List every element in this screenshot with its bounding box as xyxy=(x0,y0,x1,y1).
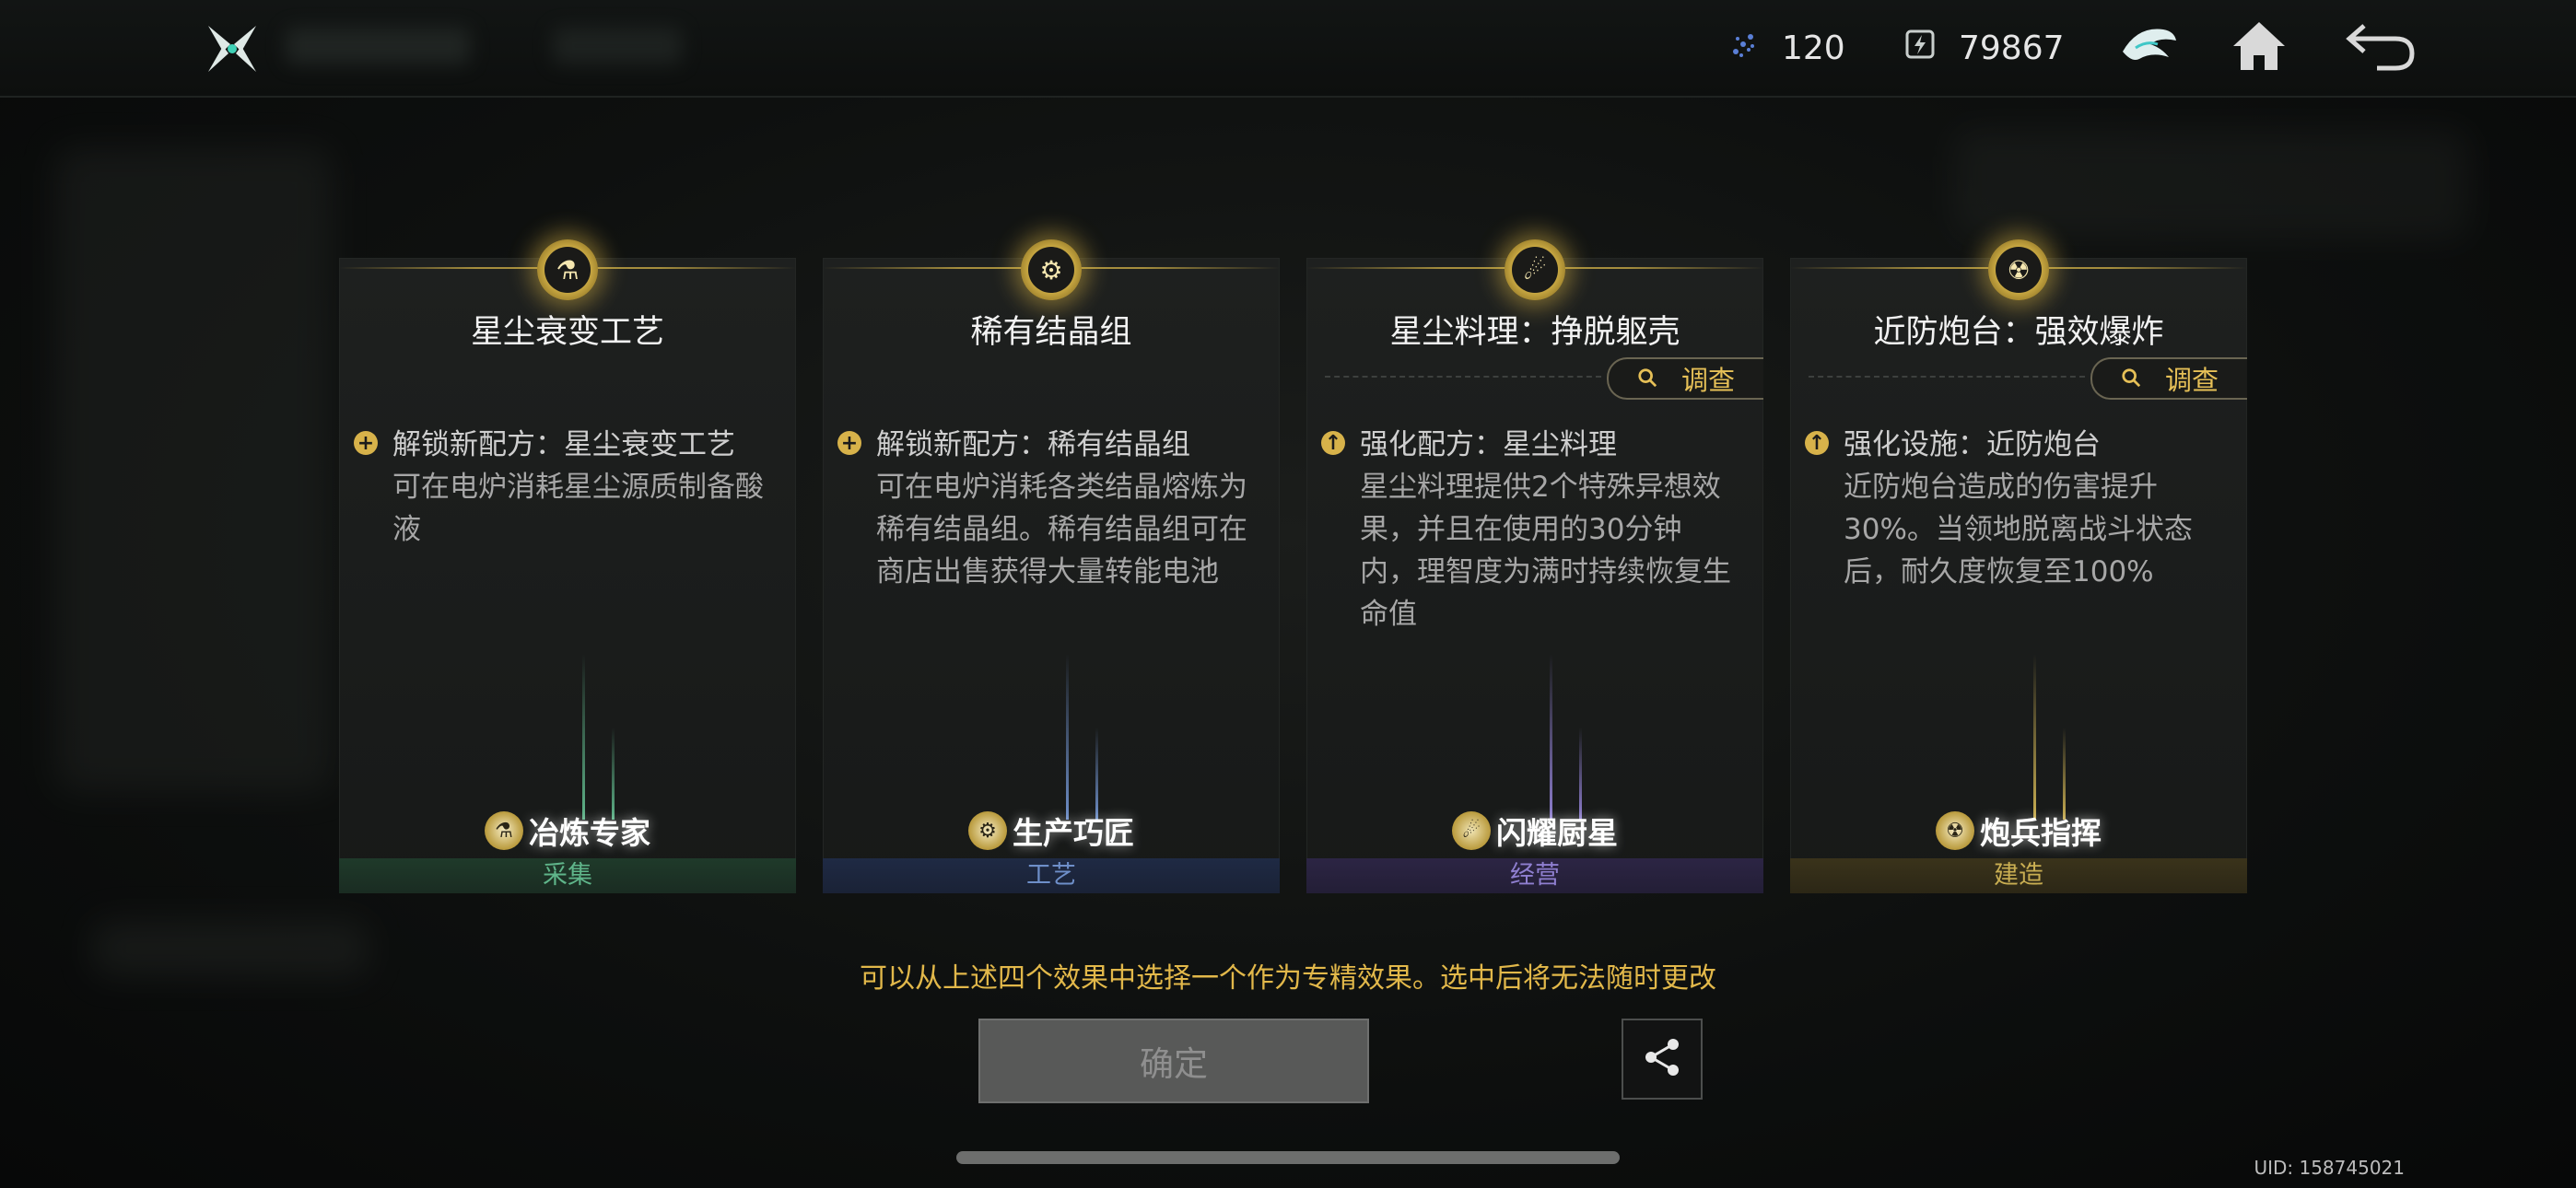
artillery-commander-icon: ☢ xyxy=(1936,811,1974,850)
effect-description: 可在电炉消耗各类结晶熔炼为稀有结晶组。稀有结晶组可在商店出售获得大量转能电池 xyxy=(876,471,1247,588)
wrench-icon: ⚙ xyxy=(1028,247,1074,293)
profession-name: 冶炼专家 xyxy=(529,815,650,851)
chef-icon: ☄ xyxy=(1452,811,1491,850)
card-badge: ⚗ xyxy=(537,239,598,300)
light-beam xyxy=(1579,728,1582,820)
profession-label: ☄ 闪耀厨星 xyxy=(1306,809,1763,853)
craftsman-icon: ⚙ xyxy=(968,811,1007,850)
card-title: 星尘衰变工艺 xyxy=(470,314,664,351)
confirm-button[interactable]: 确定 xyxy=(978,1019,1369,1103)
profession-name: 闪耀厨星 xyxy=(1496,815,1618,851)
crystal-count: 120 xyxy=(1782,29,1845,67)
upgrade-arrow-icon: ↑ xyxy=(1805,431,1829,455)
crest-icon xyxy=(2119,20,2178,76)
selection-hint: 可以从上述四个效果中选择一个作为专精效果。选中后将无法随时更改 xyxy=(860,962,1716,995)
divider xyxy=(1809,376,2085,378)
energy-cell-resource: 79867 xyxy=(1902,22,2065,74)
energy-cell-count: 79867 xyxy=(1959,29,2065,67)
inspect-label: 调查 xyxy=(2164,365,2219,396)
blurred-background-panel xyxy=(1953,129,2469,239)
home-icon xyxy=(2230,18,2289,77)
blurred-title xyxy=(286,28,470,64)
card-badge: ☢ xyxy=(1988,239,2049,300)
home-indicator[interactable] xyxy=(956,1151,1620,1164)
specialization-card-smelting[interactable]: ⚗ 星尘衰变工艺 + 解锁新配方：星尘衰变工艺 可在电炉消耗星尘源质制备酸液 ⚗… xyxy=(339,239,796,893)
specialization-card-craft[interactable]: ⚙ 稀有结晶组 + 解锁新配方：稀有结晶组 可在电炉消耗各类结晶熔炼为稀有结晶组… xyxy=(823,239,1280,893)
effect-description: 近防炮台造成的伤害提升30%。当领地脱离战斗状态后，耐久度恢复至100% xyxy=(1844,471,2193,588)
effect-description: 星尘料理提供2个特殊异想效果，并且在使用的30分钟内，理智度为满时持续恢复生命值 xyxy=(1360,471,1731,631)
category-label: 工艺 xyxy=(823,858,1280,893)
app-logo-icon xyxy=(203,18,262,77)
share-icon xyxy=(1640,1035,1684,1083)
cooking-pan-icon: ☄ xyxy=(1512,247,1558,293)
home-button[interactable] xyxy=(2224,15,2294,81)
top-bar: 120 79867 xyxy=(0,0,2576,98)
light-beam xyxy=(2033,654,2036,820)
light-beam xyxy=(612,728,615,820)
flask-icon: ⚗ xyxy=(544,247,591,293)
profession-name: 生产巧匠 xyxy=(1013,815,1134,851)
light-beam xyxy=(1066,654,1069,820)
card-badge: ☄ xyxy=(1505,239,1565,300)
profession-label: ⚙ 生产巧匠 xyxy=(823,809,1280,853)
inspect-button[interactable]: 调查 xyxy=(1607,357,1763,400)
back-button[interactable] xyxy=(2346,15,2416,81)
specialization-card-turret[interactable]: ☢ 近防炮台：强效爆炸 调查 ↑ 强化设施：近防炮台 近防炮台造成的伤害提升30… xyxy=(1790,239,2247,893)
card-title: 近防炮台：强效爆炸 xyxy=(1873,314,2164,351)
unlock-plus-icon: + xyxy=(354,431,378,455)
profession-label: ⚗ 冶炼专家 xyxy=(339,809,796,853)
card-title: 稀有结晶组 xyxy=(970,314,1132,351)
category-label: 采集 xyxy=(339,858,796,893)
effect-description: 可在电炉消耗星尘源质制备酸液 xyxy=(392,471,764,546)
light-beam xyxy=(2063,728,2066,820)
divider xyxy=(1325,376,1601,378)
crest-button[interactable] xyxy=(2113,15,2184,81)
energy-cell-icon xyxy=(1902,26,1938,71)
category-label: 建造 xyxy=(1790,858,2247,893)
smelter-icon: ⚗ xyxy=(485,811,523,850)
card-badge: ⚙ xyxy=(1021,239,1082,300)
crystal-resource: 120 xyxy=(1725,22,1845,74)
effect-heading: 强化设施：近防炮台 xyxy=(1844,428,2101,461)
light-beam xyxy=(1095,728,1098,820)
category-label: 经营 xyxy=(1306,858,1763,893)
specialization-card-cooking[interactable]: ☄ 星尘料理：挣脱躯壳 调查 ↑ 强化配方：星尘料理 星尘料理提供2个特殊异想效… xyxy=(1306,239,1763,893)
light-beam xyxy=(1550,654,1552,820)
search-icon xyxy=(1637,363,1657,394)
blurred-subtitle xyxy=(553,28,682,64)
back-icon xyxy=(2344,18,2418,77)
effect-heading: 解锁新配方：稀有结晶组 xyxy=(876,428,1190,461)
blurred-background-panel xyxy=(55,147,332,792)
effect-heading: 强化配方：星尘料理 xyxy=(1360,428,1617,461)
inspect-button[interactable]: 调查 xyxy=(2090,357,2247,400)
profession-label: ☢ 炮兵指挥 xyxy=(1790,809,2247,853)
gunner-icon: ☢ xyxy=(1996,247,2042,293)
share-button[interactable] xyxy=(1622,1019,1703,1100)
search-icon xyxy=(2121,363,2141,394)
card-title: 星尘料理：挣脱躯壳 xyxy=(1389,314,1680,351)
effect-heading: 解锁新配方：星尘衰变工艺 xyxy=(392,428,735,461)
light-beam xyxy=(582,654,585,820)
profession-name: 炮兵指挥 xyxy=(1980,815,2102,851)
crystal-icon xyxy=(1725,26,1762,71)
upgrade-arrow-icon: ↑ xyxy=(1321,431,1345,455)
user-id: UID: 158745021 xyxy=(2254,1157,2405,1179)
unlock-plus-icon: + xyxy=(837,431,861,455)
inspect-label: 调查 xyxy=(1680,365,1735,396)
